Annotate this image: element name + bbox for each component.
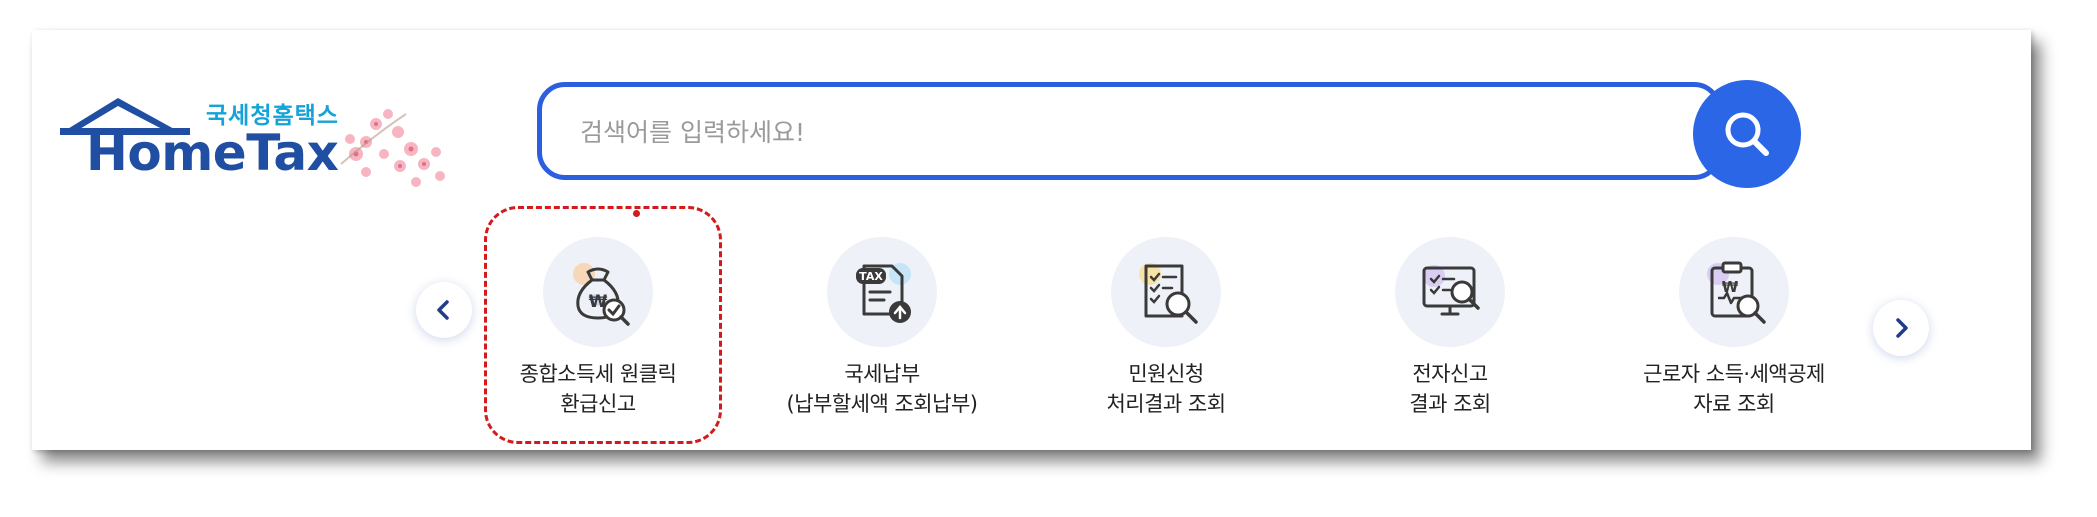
clipboard-search-icon: ₩ (1707, 261, 1766, 324)
search-input[interactable] (578, 107, 1662, 157)
cherry-blossom-icon (340, 109, 445, 187)
quick-menu-icon-wrap (1111, 237, 1221, 347)
svg-text:₩: ₩ (1722, 278, 1739, 296)
carousel-next-button[interactable] (1873, 300, 1929, 356)
quick-menu-label: 근로자 소득·세액공제 자료 조회 (1643, 362, 1825, 416)
logo-title: HomeTax (86, 124, 339, 182)
hometax-header-panel: 국세청홈택스 HomeTax 검색어를 입력하세요! ₩ 종합소득세 원클릭 환… (32, 30, 2031, 450)
quick-menu-label: 국세납부 (납부할세액 조회납부) (786, 362, 978, 416)
quick-menu-icon-wrap (1395, 237, 1505, 347)
search-button[interactable] (1693, 80, 1801, 188)
tax-document-upload-icon: TAX (856, 263, 911, 323)
monitor-search-icon (1422, 265, 1480, 316)
search-icon (1725, 112, 1769, 156)
svg-text:TAX: TAX (859, 270, 883, 283)
quick-menu-e-filing-result[interactable]: 전자신고 결과 조회 (1325, 237, 1575, 419)
quick-menu-label: 민원신청 처리결과 조회 (1106, 362, 1226, 416)
chevron-right-icon (1896, 318, 1908, 338)
quick-menu-civil-petition-status[interactable]: 민원신청 처리결과 조회 (1041, 237, 1291, 419)
quick-menu-icon-wrap: TAX (827, 237, 937, 347)
quick-menu-icon-wrap: ₩ (543, 237, 653, 347)
quick-menu-label: 종합소득세 원클릭 환급신고 (519, 362, 677, 416)
money-bag-icon: ₩ (573, 263, 630, 326)
quick-menu-label: 전자신고 결과 조회 (1409, 362, 1491, 416)
quick-menu-icon-wrap: ₩ (1679, 237, 1789, 347)
carousel-prev-button[interactable] (416, 282, 472, 338)
quick-menu-tax-payment[interactable]: TAX 국세납부 (납부할세액 조회납부) (757, 237, 1007, 419)
quick-menu-worker-deduction-data[interactable]: ₩ 근로자 소득·세액공제 자료 조회 (1609, 237, 1859, 419)
chevron-left-icon (437, 300, 449, 320)
document-search-icon (1139, 263, 1198, 324)
search-box (537, 82, 1722, 180)
quick-menu-income-tax-refund[interactable]: ₩ 종합소득세 원클릭 환급신고 (473, 237, 723, 419)
highlight-marker-dot (633, 210, 640, 217)
hometax-logo[interactable]: 국세청홈택스 HomeTax (56, 94, 466, 214)
